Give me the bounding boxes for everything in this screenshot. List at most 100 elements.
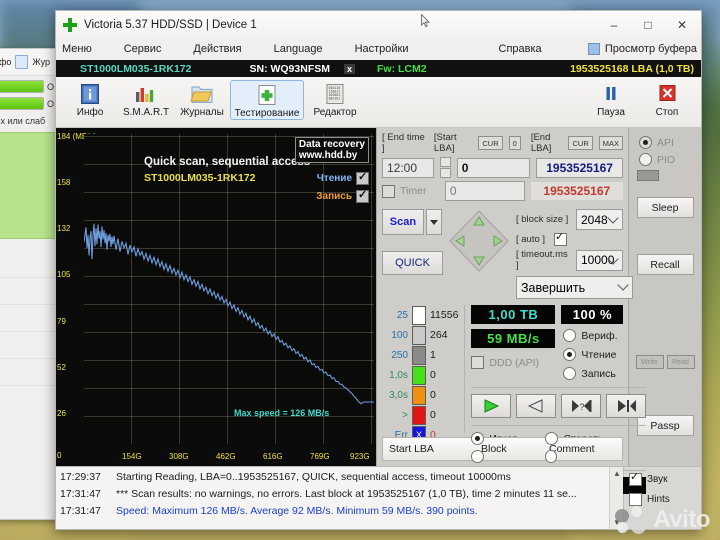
timeout-label: [ timeout.ms ] [516, 249, 572, 271]
drive-firmware: Fw: LCM2 [377, 63, 427, 75]
end-lba-cur-button[interactable]: CUR [568, 136, 592, 150]
mode-read-label: Чтение [581, 349, 616, 361]
finish-value: Завершить [521, 281, 585, 295]
read-small-button[interactable]: Read [667, 355, 695, 369]
chevron-down-icon [617, 279, 628, 290]
mode-write-radio[interactable]: Запись [563, 367, 646, 380]
menu-item-actions[interactable]: Действия [193, 43, 257, 55]
quick-button[interactable]: QUICK [382, 251, 443, 275]
buffer-view-control[interactable]: Просмотр буфера [588, 43, 697, 55]
api-radio[interactable]: API [639, 136, 691, 149]
legend-write-label: Запись [316, 191, 352, 202]
defect-table[interactable]: Start LBA Block Comment [377, 433, 628, 466]
hints-checkbox[interactable]: Hints [629, 493, 701, 506]
start-lba-cur-button[interactable]: CUR [478, 136, 502, 150]
direction-pad[interactable] [448, 209, 510, 273]
sound-checkbox[interactable]: Звук [629, 473, 701, 486]
timer-checkbox[interactable]: Timer [382, 185, 439, 198]
background-journal-icon [15, 55, 28, 69]
end-time-input[interactable]: 12:00 [382, 158, 434, 178]
play-button[interactable] [471, 394, 511, 418]
minimize-button[interactable]: – [597, 12, 631, 37]
legend-write-checkbox[interactable] [356, 190, 369, 203]
menu-item-settings[interactable]: Настройки [355, 43, 425, 55]
graph-title: Quick scan, sequential access [144, 156, 310, 168]
start-lba-label: [Start LBA] [434, 132, 473, 154]
buffer-view-label: Просмотр буфера [605, 43, 697, 55]
column-start-lba: Start LBA [383, 443, 475, 455]
toolbar-label-pause: Пауза [597, 107, 625, 118]
capacity-readout: 1,00 TB [471, 305, 555, 324]
menu-item-menu[interactable]: Меню [62, 43, 108, 55]
scan-button[interactable]: Scan [382, 209, 424, 235]
finish-select[interactable]: Завершить [516, 276, 633, 299]
mode-read-radio[interactable]: Чтение [563, 348, 646, 361]
stat-threshold: 3,0s [382, 390, 408, 401]
toolbar-label-testing: Тестирование [235, 108, 300, 119]
toolbar-button-info[interactable]: Инфо [62, 80, 118, 118]
speed-graph[interactable]: Quick scan, sequential access ST1000LM03… [84, 134, 374, 444]
svg-text:?: ? [580, 402, 585, 412]
end-lba-max-button[interactable]: MAX [599, 136, 623, 150]
scan-dropdown-button[interactable] [426, 209, 442, 235]
sleep-button[interactable]: Sleep [637, 197, 694, 218]
folder-icon [189, 82, 215, 106]
stat-threshold: 1,0s [382, 370, 408, 381]
stat-count: 0 [430, 409, 436, 421]
mode-verify-radio[interactable]: Вериф. [563, 329, 646, 342]
victoria-window[interactable]: Victoria 5.37 HDD/SSD | Device 1 – □ ✕ М… [55, 10, 702, 530]
start-lba-zero-button[interactable]: 0 [509, 136, 521, 150]
toolbar-button-testing[interactable]: Тестирование [230, 80, 304, 120]
menu-item-language[interactable]: Language [274, 43, 339, 55]
log-line: 17:31:47 Speed: Maximum 126 MB/s. Averag… [60, 503, 609, 520]
percent-readout: 100 % [561, 305, 623, 324]
legend-write-toggle[interactable]: Запись [316, 190, 369, 203]
legend-read-checkbox[interactable] [356, 172, 369, 185]
menu-item-help[interactable]: Справка [499, 43, 558, 55]
lba-inputs-row-2: Timer 0 1953525167 [382, 181, 623, 201]
close-button[interactable]: ✕ [665, 12, 699, 37]
legend-read-toggle[interactable]: Чтение [317, 172, 369, 185]
dpad-icon [448, 209, 510, 273]
defect-table-header: Start LBA Block Comment [382, 437, 623, 461]
skip-query-button[interactable]: ? [561, 394, 601, 418]
menu-item-service[interactable]: Сервис [124, 43, 178, 55]
x-tick-923g: 923G [350, 452, 370, 461]
end-lba-input[interactable]: 1953525167 [536, 158, 623, 178]
auto-checkbox[interactable] [554, 233, 567, 246]
ddd-api-checkbox[interactable]: DDD (API) [471, 356, 555, 369]
rewind-button[interactable] [516, 394, 556, 418]
recall-button[interactable]: Recall [637, 254, 694, 275]
toolbar-button-editor[interactable]: 010110110011 101001001101 Редактор [304, 80, 366, 118]
timeout-select[interactable]: 10000 [576, 250, 623, 271]
stat-swatch [412, 366, 426, 385]
toolbar-button-journals[interactable]: Журналы [174, 80, 230, 118]
toolbar-right-group: Пауза Стоп [583, 80, 695, 118]
block-size-select[interactable]: 2048 [576, 209, 623, 230]
toolbar-button-smart[interactable]: S.M.A.R.T [118, 80, 174, 118]
background-journal-label: Жур [32, 57, 50, 67]
log-list[interactable]: 17:29:37 Starting Reading, LBA=0..195352… [56, 467, 609, 529]
end-lba-label: [End LBA] [531, 132, 563, 154]
skip-end-button[interactable] [606, 394, 646, 418]
maximize-button[interactable]: □ [631, 12, 665, 37]
data-recovery-logo: Data recovery www.hdd.by [295, 137, 369, 163]
start-lba-secondary[interactable]: 0 [445, 181, 525, 201]
drive-model: ST1000LM035-1RK172 [56, 63, 191, 75]
stat-count: 11556 [430, 309, 458, 321]
pio-radio[interactable]: PIO [639, 153, 691, 166]
drive-close-button[interactable]: x [344, 64, 355, 74]
avito-logo-icon [615, 506, 649, 534]
start-lba-input[interactable]: 0 [457, 158, 530, 178]
max-speed-annotation: Max speed = 126 MB/s [234, 408, 329, 418]
background-progress-bar-1 [0, 80, 44, 93]
toolbar-button-stop[interactable]: Стоп [639, 80, 695, 118]
stat-count: 264 [430, 329, 448, 341]
end-time-spinner[interactable] [440, 157, 451, 178]
buffer-view-icon [588, 43, 600, 55]
log-time: 17:31:47 [60, 503, 116, 520]
scroll-up-icon[interactable]: ▲ [613, 469, 621, 478]
toolbar-button-pause[interactable]: Пауза [583, 80, 639, 118]
scan-buttons-group: Scan QUICK [382, 209, 442, 299]
read-speed-curve [84, 224, 374, 404]
